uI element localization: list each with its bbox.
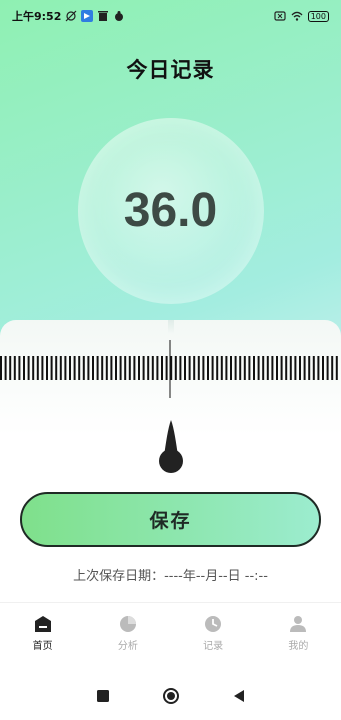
home-circle-icon[interactable] <box>162 687 180 705</box>
status-bar: 上午9:52 100 <box>0 0 341 32</box>
temperature-value: 36.0 <box>123 184 218 237</box>
pie-chart-icon <box>119 616 136 632</box>
recent-apps-icon[interactable] <box>96 689 110 703</box>
panel-divider <box>168 320 174 334</box>
tab-label: 分析 <box>117 641 138 652</box>
tab-analysis[interactable]: 分析 <box>85 603 170 672</box>
tab-home[interactable]: 首页 <box>0 603 85 672</box>
back-triangle-icon[interactable] <box>232 689 246 703</box>
tab-label: 我的 <box>288 641 309 652</box>
system-nav-bar <box>0 672 341 720</box>
last-saved-date: 上次保存日期：----年--月--日 --:-- <box>73 569 268 584</box>
wifi-icon <box>291 11 303 21</box>
tab-mine[interactable]: 我的 <box>256 603 341 672</box>
tab-label: 记录 <box>203 641 224 652</box>
app-notification-icon <box>81 10 94 22</box>
trash-icon <box>98 11 109 21</box>
bug-icon <box>115 11 124 21</box>
home-icon <box>34 616 51 632</box>
clock-icon <box>205 616 222 632</box>
status-time: 上午9:52 <box>12 10 62 23</box>
vpn-icon <box>65 10 77 22</box>
tab-label: 首页 <box>32 641 53 652</box>
temperature-ruler-slider[interactable] <box>0 338 341 398</box>
dial-pointer-icon[interactable] <box>155 418 187 474</box>
save-button[interactable]: 保存 <box>20 492 321 547</box>
sim-icon <box>274 11 286 21</box>
tab-records[interactable]: 记录 <box>171 603 256 672</box>
battery-icon: 100 <box>307 10 329 22</box>
page-title: 今日记录 <box>126 58 215 82</box>
bottom-tab-bar: 首页 分析 记录 我的 <box>0 602 341 672</box>
user-icon <box>290 616 307 632</box>
